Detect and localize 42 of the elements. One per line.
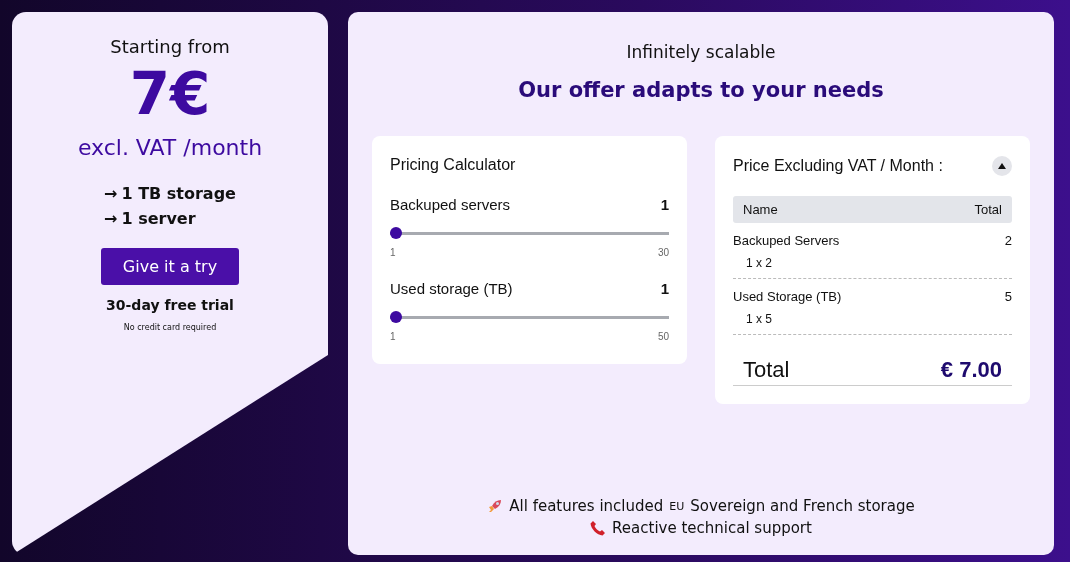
total-label: Total	[743, 357, 790, 383]
slider-max: 30	[657, 247, 669, 258]
triangle-icon	[998, 163, 1006, 169]
table-cell: 5	[1004, 289, 1012, 304]
subtitle: Infinitely scalable	[626, 42, 776, 62]
column-header: Name	[743, 202, 778, 217]
feature-text: All features included	[509, 497, 664, 515]
arrow-icon: →	[104, 184, 118, 203]
slider-value: 1	[660, 196, 669, 213]
slider-min: 1	[390, 247, 396, 258]
slider-min: 1	[390, 331, 396, 342]
price-period: excl. VAT /month	[77, 135, 263, 160]
table-cell: Used Storage (TB)	[733, 289, 842, 304]
try-button[interactable]: Give it a try	[100, 248, 240, 285]
arrow-icon: →	[104, 209, 118, 228]
feature-text: Reactive technical support	[612, 519, 812, 537]
collapse-button[interactable]	[992, 156, 1012, 176]
feature-text: 1 TB storage	[121, 184, 236, 203]
slider-thumb[interactable]	[390, 311, 402, 323]
slider-value: 1	[660, 280, 669, 297]
rocket-icon	[487, 498, 504, 514]
table-cell-text: 1 x 2	[746, 256, 773, 270]
price: 7€	[129, 65, 211, 123]
table-cell: Backuped Servers	[733, 233, 840, 248]
slider-max: 50	[657, 331, 669, 342]
intro-text: Starting from	[110, 36, 230, 57]
table-cell-text: 1 x 5	[746, 312, 773, 326]
title: Our offer adapts to your needs	[518, 78, 884, 102]
column-header: Total	[974, 202, 1002, 217]
feature-text: Sovereign and French storage	[690, 497, 915, 515]
table-cell: 2	[1004, 233, 1012, 248]
phone-icon	[590, 520, 607, 536]
slider-label: Used storage (TB)	[390, 280, 513, 297]
feature-text: 1 server	[121, 209, 196, 228]
slider-label: Backuped servers	[390, 196, 511, 213]
total-value: € 7.00	[940, 357, 1002, 383]
card-title: Price Excluding VAT / Month :	[733, 157, 943, 175]
card-title: Pricing Calculator	[390, 156, 517, 174]
slider-thumb[interactable]	[390, 227, 402, 239]
note-text: No credit card required	[123, 323, 217, 332]
trial-text: 30-day free trial	[106, 297, 234, 313]
feature-text: EU	[669, 499, 685, 513]
